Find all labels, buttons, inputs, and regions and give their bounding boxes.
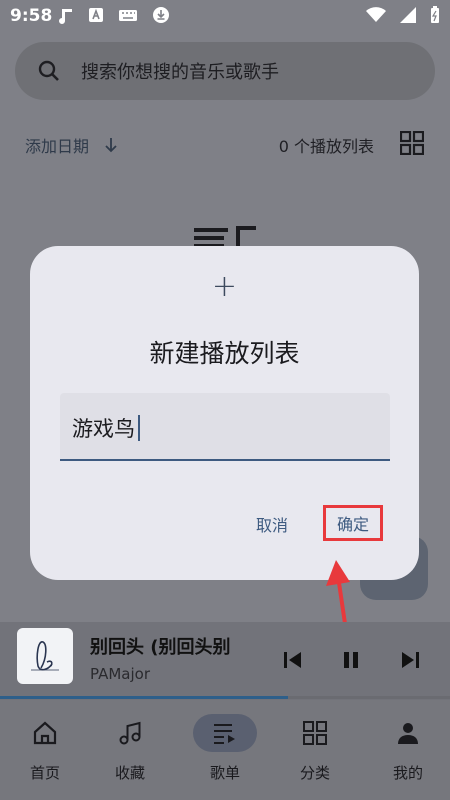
nav-profile[interactable]: 我的 [363,700,450,800]
arrow-down-icon [105,138,117,153]
album-logo [31,641,59,671]
nav-playlists[interactable]: 歌单 [180,700,270,800]
search-input[interactable]: 搜索你想搜的音乐或歌手 [81,58,279,84]
nav-label-home: 首页 [29,764,60,782]
playlist-name-field[interactable]: 游戏鸟 [60,393,390,461]
song-artist: PAMajor [90,665,150,683]
playlist-name-input[interactable]: 游戏鸟 [72,413,140,443]
dialog-title: 新建播放列表 [149,339,300,368]
nav-label-profile: 我的 [392,764,423,782]
sort-label: 添加日期 [25,137,90,156]
new-playlist-dialog: + 新建播放列表 游戏鸟 取消 确定 [30,246,419,580]
keyboard-icon [119,10,137,21]
signal-icon [400,7,416,23]
nav-categories[interactable]: 分类 [270,700,360,800]
playback-progress-fill [0,696,288,699]
grid-icon [303,721,327,745]
app-a-icon [89,8,103,22]
nav-label-playlists: 歌单 [209,764,240,782]
music-note-icon [119,721,141,745]
confirm-button[interactable]: 确定 [323,505,383,541]
nav-label-categories: 分类 [299,764,330,782]
nav-active-indicator [193,714,257,752]
person-icon [398,723,418,744]
cancel-button[interactable]: 取消 [256,512,288,536]
status-time: 9:58 [10,6,53,26]
download-icon [153,7,169,23]
nav-favorites[interactable]: 收藏 [85,700,175,800]
pause-icon[interactable] [341,648,361,672]
sort-selector[interactable]: 添加日期 [25,133,119,157]
status-bar: 9:58 [0,0,450,32]
grid-view-icon[interactable] [400,131,424,155]
song-title: 别回头 (别回头别 [90,637,231,658]
nav-home[interactable]: 首页 [0,700,90,800]
search-icon [38,60,59,81]
wifi-icon [366,7,386,22]
music-notification-icon [59,9,72,24]
next-icon[interactable] [400,648,420,672]
nav-label-favorites: 收藏 [114,764,145,782]
status-system-icons [366,6,440,24]
search-bar[interactable]: 搜索你想搜的音乐或歌手 [15,42,435,100]
status-notification-icons [56,6,170,26]
home-icon [33,721,57,745]
battery-icon [431,6,439,23]
playlist-count: 0 个播放列表 [278,137,374,156]
text-cursor [138,415,140,441]
previous-icon[interactable] [283,648,303,672]
playlist-name-value: 游戏鸟 [72,417,135,441]
playlist-icon [214,724,235,744]
album-art[interactable] [17,628,73,684]
add-icon: + [211,269,238,304]
